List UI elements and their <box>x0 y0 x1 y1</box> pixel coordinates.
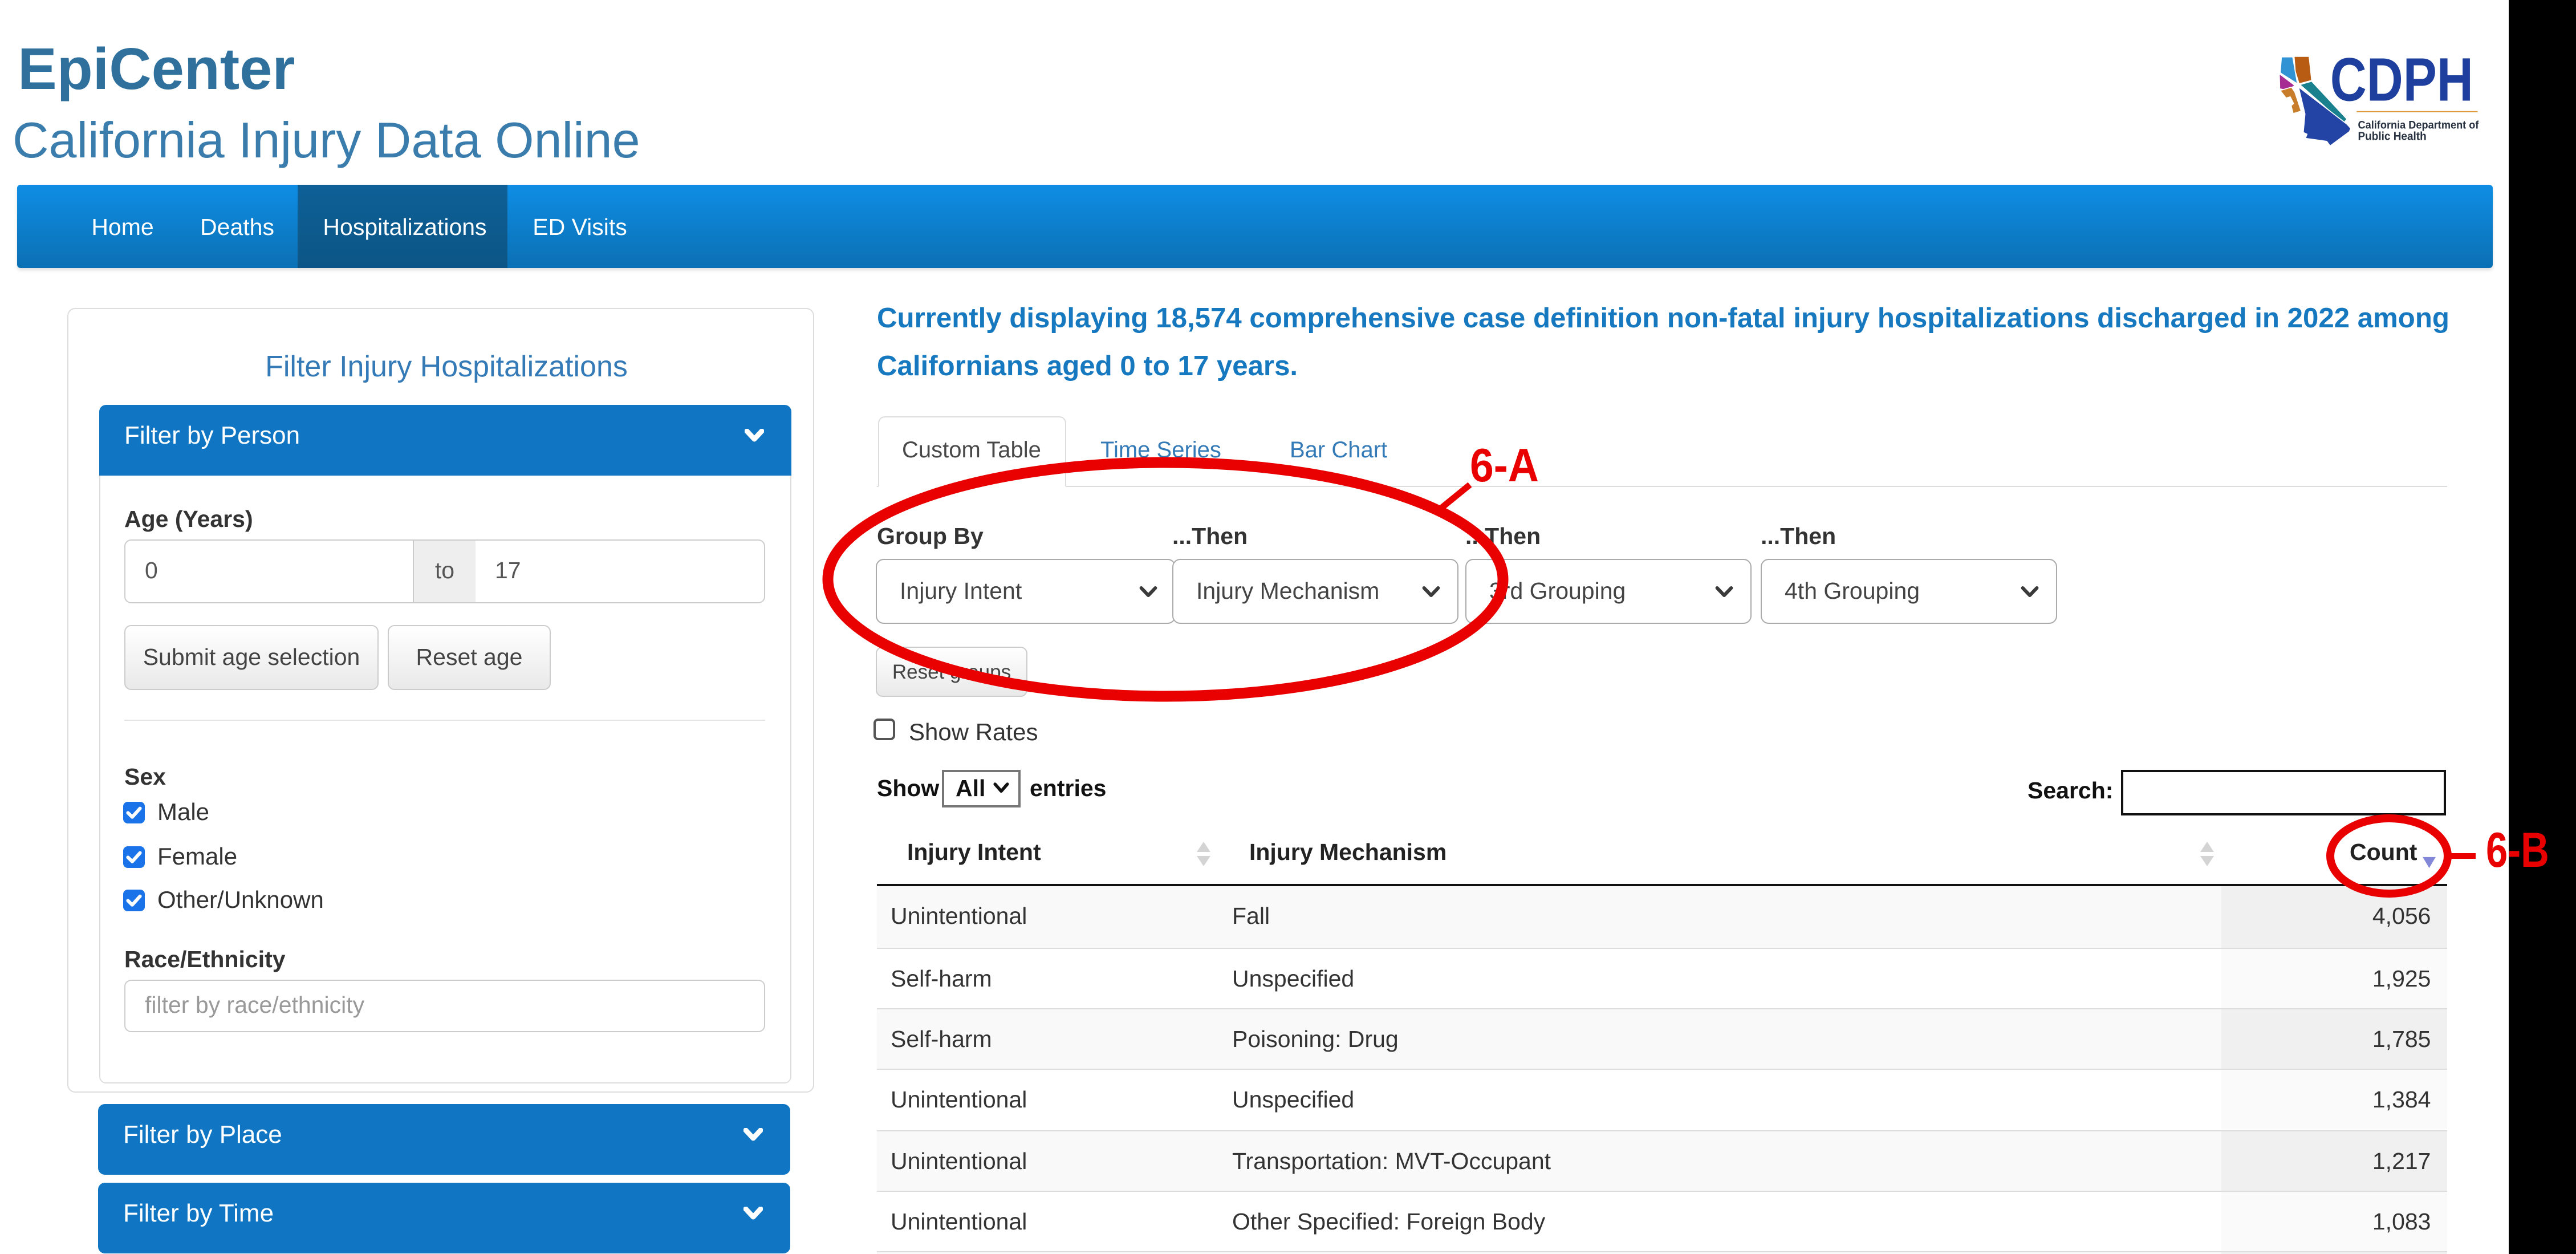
svg-text:Public Health: Public Health <box>2358 130 2426 143</box>
svg-text:California Department of: California Department of <box>2358 119 2479 131</box>
svg-text:CDPH: CDPH <box>2330 51 2473 113</box>
